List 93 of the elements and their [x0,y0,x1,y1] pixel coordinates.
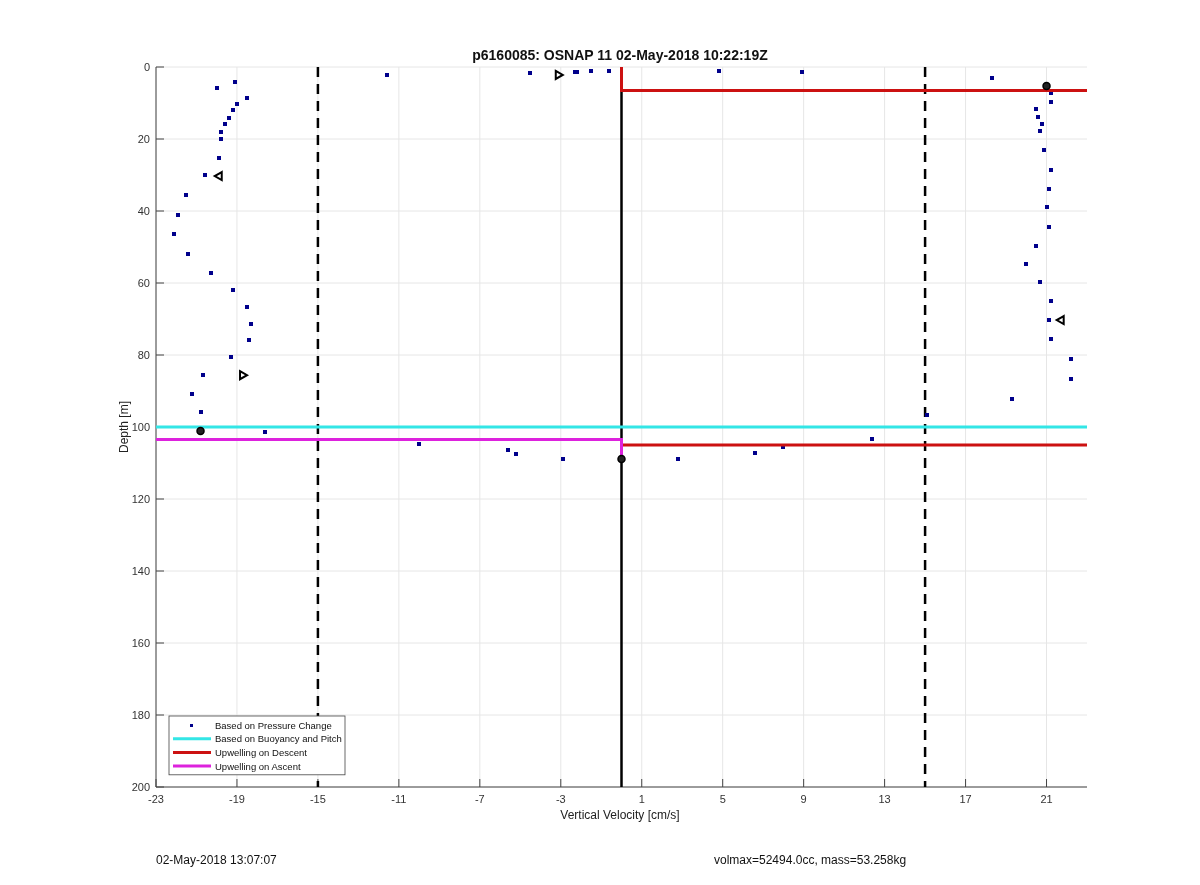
data-point [1038,129,1042,133]
y-tick-label: 160 [131,637,150,649]
data-point [1049,299,1053,303]
data-point [506,448,510,452]
data-point [1049,337,1053,341]
data-point [1042,148,1046,152]
x-tick-label: 21 [1040,793,1053,805]
data-point [209,271,213,275]
data-point [249,322,253,326]
data-point [245,305,249,309]
y-tick-label: 120 [131,493,150,505]
data-point [1036,115,1040,119]
chart-title: p6160085: OSNAP 11 02-May-2018 10:22:19Z [472,47,768,63]
data-point [176,213,180,217]
data-point [514,452,518,456]
data-point [217,156,221,160]
x-axis-label: Vertical Velocity [cm/s] [560,808,680,822]
data-point [186,252,190,256]
y-tick-label: 180 [131,709,150,721]
data-point [233,80,237,84]
data-point [201,373,205,377]
data-point [1034,244,1038,248]
data-point [227,116,231,120]
data-point [1049,100,1053,104]
legend-label: Based on Pressure Change [215,719,332,731]
data-point [676,457,680,461]
data-point [223,122,227,126]
data-point [1069,377,1073,381]
data-point [203,173,207,177]
data-point [235,102,239,106]
data-point [561,457,565,461]
x-tick-label: 9 [800,793,807,805]
data-point [199,410,203,414]
data-point [229,355,233,359]
timestamp: 02-May-2018 13:07:07 [156,853,277,867]
data-point [1069,357,1073,361]
x-tick-label: -23 [148,793,164,805]
x-tick-label: -3 [555,793,566,805]
data-point [1040,122,1044,126]
data-point [870,437,874,441]
y-tick-label: 80 [137,349,150,361]
x-tick-label: 13 [878,793,891,805]
y-tick-label: 140 [131,565,150,577]
data-point [172,232,176,236]
data-point [215,86,219,90]
y-tick-label: 40 [137,205,150,217]
x-tick-label: 5 [719,793,726,805]
data-point [190,392,194,396]
data-point [607,69,611,73]
data-point [1047,225,1051,229]
x-tick-label: -11 [391,793,407,805]
data-point [263,430,267,434]
y-axis-label: Depth [m] [117,401,131,453]
data-point [753,451,757,455]
x-tick-label: 17 [959,793,972,805]
data-point [417,442,421,446]
data-point [385,73,389,77]
data-point [717,69,721,73]
y-tick-label: 20 [137,133,150,145]
data-point [1024,262,1028,266]
data-point [528,71,532,75]
legend-label: Upwelling on Ascent [215,760,301,772]
data-point [219,137,223,141]
data-point [990,76,994,80]
data-point [1010,397,1014,401]
data-point [231,288,235,292]
data-point [800,70,804,74]
data-point [1049,91,1053,95]
x-tick-label: -19 [229,793,245,805]
x-tick-label: -7 [474,793,485,805]
data-point [1047,318,1051,322]
x-tick-label: 1 [638,793,645,805]
data-point [219,130,223,134]
float-parameters: volmax=52494.0cc, mass=53.258kg [714,853,907,867]
legend-label: Upwelling on Descent [215,746,307,758]
legend-label: Based on Buoyancy and Pitch [215,733,342,745]
data-point [1034,107,1038,111]
y-tick-label: 100 [131,421,150,433]
x-tick-label: -15 [309,793,326,805]
data-point [1045,205,1049,209]
data-point [247,338,251,342]
data-point [231,108,235,112]
data-point [589,69,593,73]
y-tick-label: 0 [143,61,150,73]
y-tick-label: 200 [131,781,150,793]
data-point [781,445,785,449]
data-point [245,96,249,100]
data-point [1038,280,1042,284]
data-point [1047,187,1051,191]
data-point [925,413,929,417]
data-point [1049,168,1053,172]
y-tick-label: 60 [137,277,150,289]
data-point [184,193,188,197]
